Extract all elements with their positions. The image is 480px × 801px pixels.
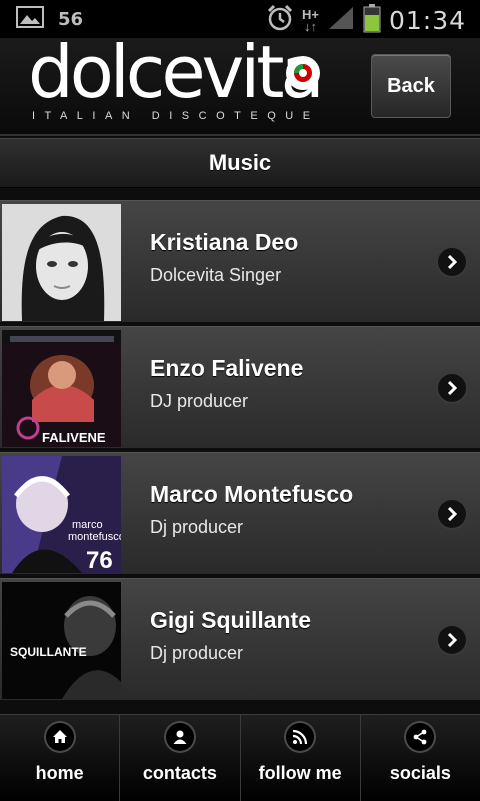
tab-contacts[interactable]: contacts bbox=[120, 715, 241, 801]
artist-name: Kristiana Deo bbox=[150, 229, 299, 255]
back-button[interactable]: Back bbox=[371, 54, 451, 118]
svg-text:SQUILLANTE: SQUILLANTE bbox=[10, 645, 87, 659]
tab-home[interactable]: home bbox=[0, 715, 121, 801]
chevron-right-icon[interactable] bbox=[438, 248, 466, 276]
svg-text:76: 76 bbox=[86, 547, 113, 573]
artist-role: Dj producer bbox=[150, 517, 244, 537]
svg-text:montefusco: montefusco bbox=[68, 531, 121, 543]
list-item[interactable]: marco montefusco 76 Marco Montefusco Dj … bbox=[0, 452, 480, 574]
tab-socials[interactable]: socials bbox=[361, 715, 480, 801]
artist-photo: marco montefusco 76 bbox=[2, 456, 121, 573]
artist-role: Dolcevita Singer bbox=[150, 265, 282, 285]
page-title-bar: Music bbox=[0, 138, 480, 188]
logo-badge-icon bbox=[286, 56, 320, 90]
battery-icon bbox=[363, 3, 381, 38]
tab-label: home bbox=[35, 763, 84, 783]
list-item[interactable]: FALIVENE Enzo Falivene DJ producer bbox=[0, 326, 480, 448]
artist-list[interactable]: Kristiana Deo Dolcevita Singer FALIVENE … bbox=[0, 200, 480, 715]
artist-role: DJ producer bbox=[150, 391, 249, 411]
artist-photo bbox=[2, 204, 121, 321]
list-item[interactable]: SQUILLANTE Gigi Squillante Dj producer bbox=[0, 578, 480, 700]
tab-label: follow me bbox=[258, 763, 342, 783]
person-icon bbox=[165, 723, 194, 751]
rss-icon bbox=[286, 723, 315, 751]
artist-role: Dj producer bbox=[150, 643, 244, 663]
svg-text:FALIVENE: FALIVENE bbox=[42, 430, 106, 445]
logo-subtitle: ITALIAN DISCOTEQUE bbox=[32, 110, 320, 122]
clock: 01:34 bbox=[388, 6, 466, 35]
chevron-right-icon[interactable] bbox=[438, 626, 466, 654]
chevron-right-icon[interactable] bbox=[438, 500, 466, 528]
signal-number: 56 bbox=[58, 9, 84, 30]
artist-photo: FALIVENE bbox=[2, 330, 121, 447]
artist-name: Gigi Squillante bbox=[150, 607, 312, 633]
dolcevita-logo[interactable]: dolcevita ITALIAN DISCOTEQUE bbox=[28, 32, 328, 128]
bottom-tab-bar: home contacts follow me socials bbox=[0, 714, 480, 801]
tab-label: socials bbox=[389, 763, 451, 783]
svg-text:marco: marco bbox=[72, 519, 103, 531]
artist-name: Enzo Falivene bbox=[150, 355, 304, 381]
home-icon bbox=[45, 723, 74, 751]
share-icon bbox=[406, 723, 435, 751]
signal-strength-icon bbox=[327, 5, 355, 36]
logo-main-text: dolcevita bbox=[28, 30, 325, 114]
gallery-icon bbox=[16, 6, 44, 33]
tab-follow-me[interactable]: follow me bbox=[241, 715, 361, 801]
app-header: dolcevita ITALIAN DISCOTEQUE Back bbox=[0, 32, 480, 136]
network-type-icon: H+ ↓↑ bbox=[301, 6, 319, 34]
page-title: Music bbox=[208, 150, 272, 175]
artist-name: Marco Montefusco bbox=[150, 481, 354, 507]
chevron-right-icon[interactable] bbox=[438, 374, 466, 402]
artist-photo: SQUILLANTE bbox=[2, 582, 121, 699]
tab-label: contacts bbox=[142, 763, 217, 783]
list-item[interactable]: Kristiana Deo Dolcevita Singer bbox=[0, 200, 480, 322]
